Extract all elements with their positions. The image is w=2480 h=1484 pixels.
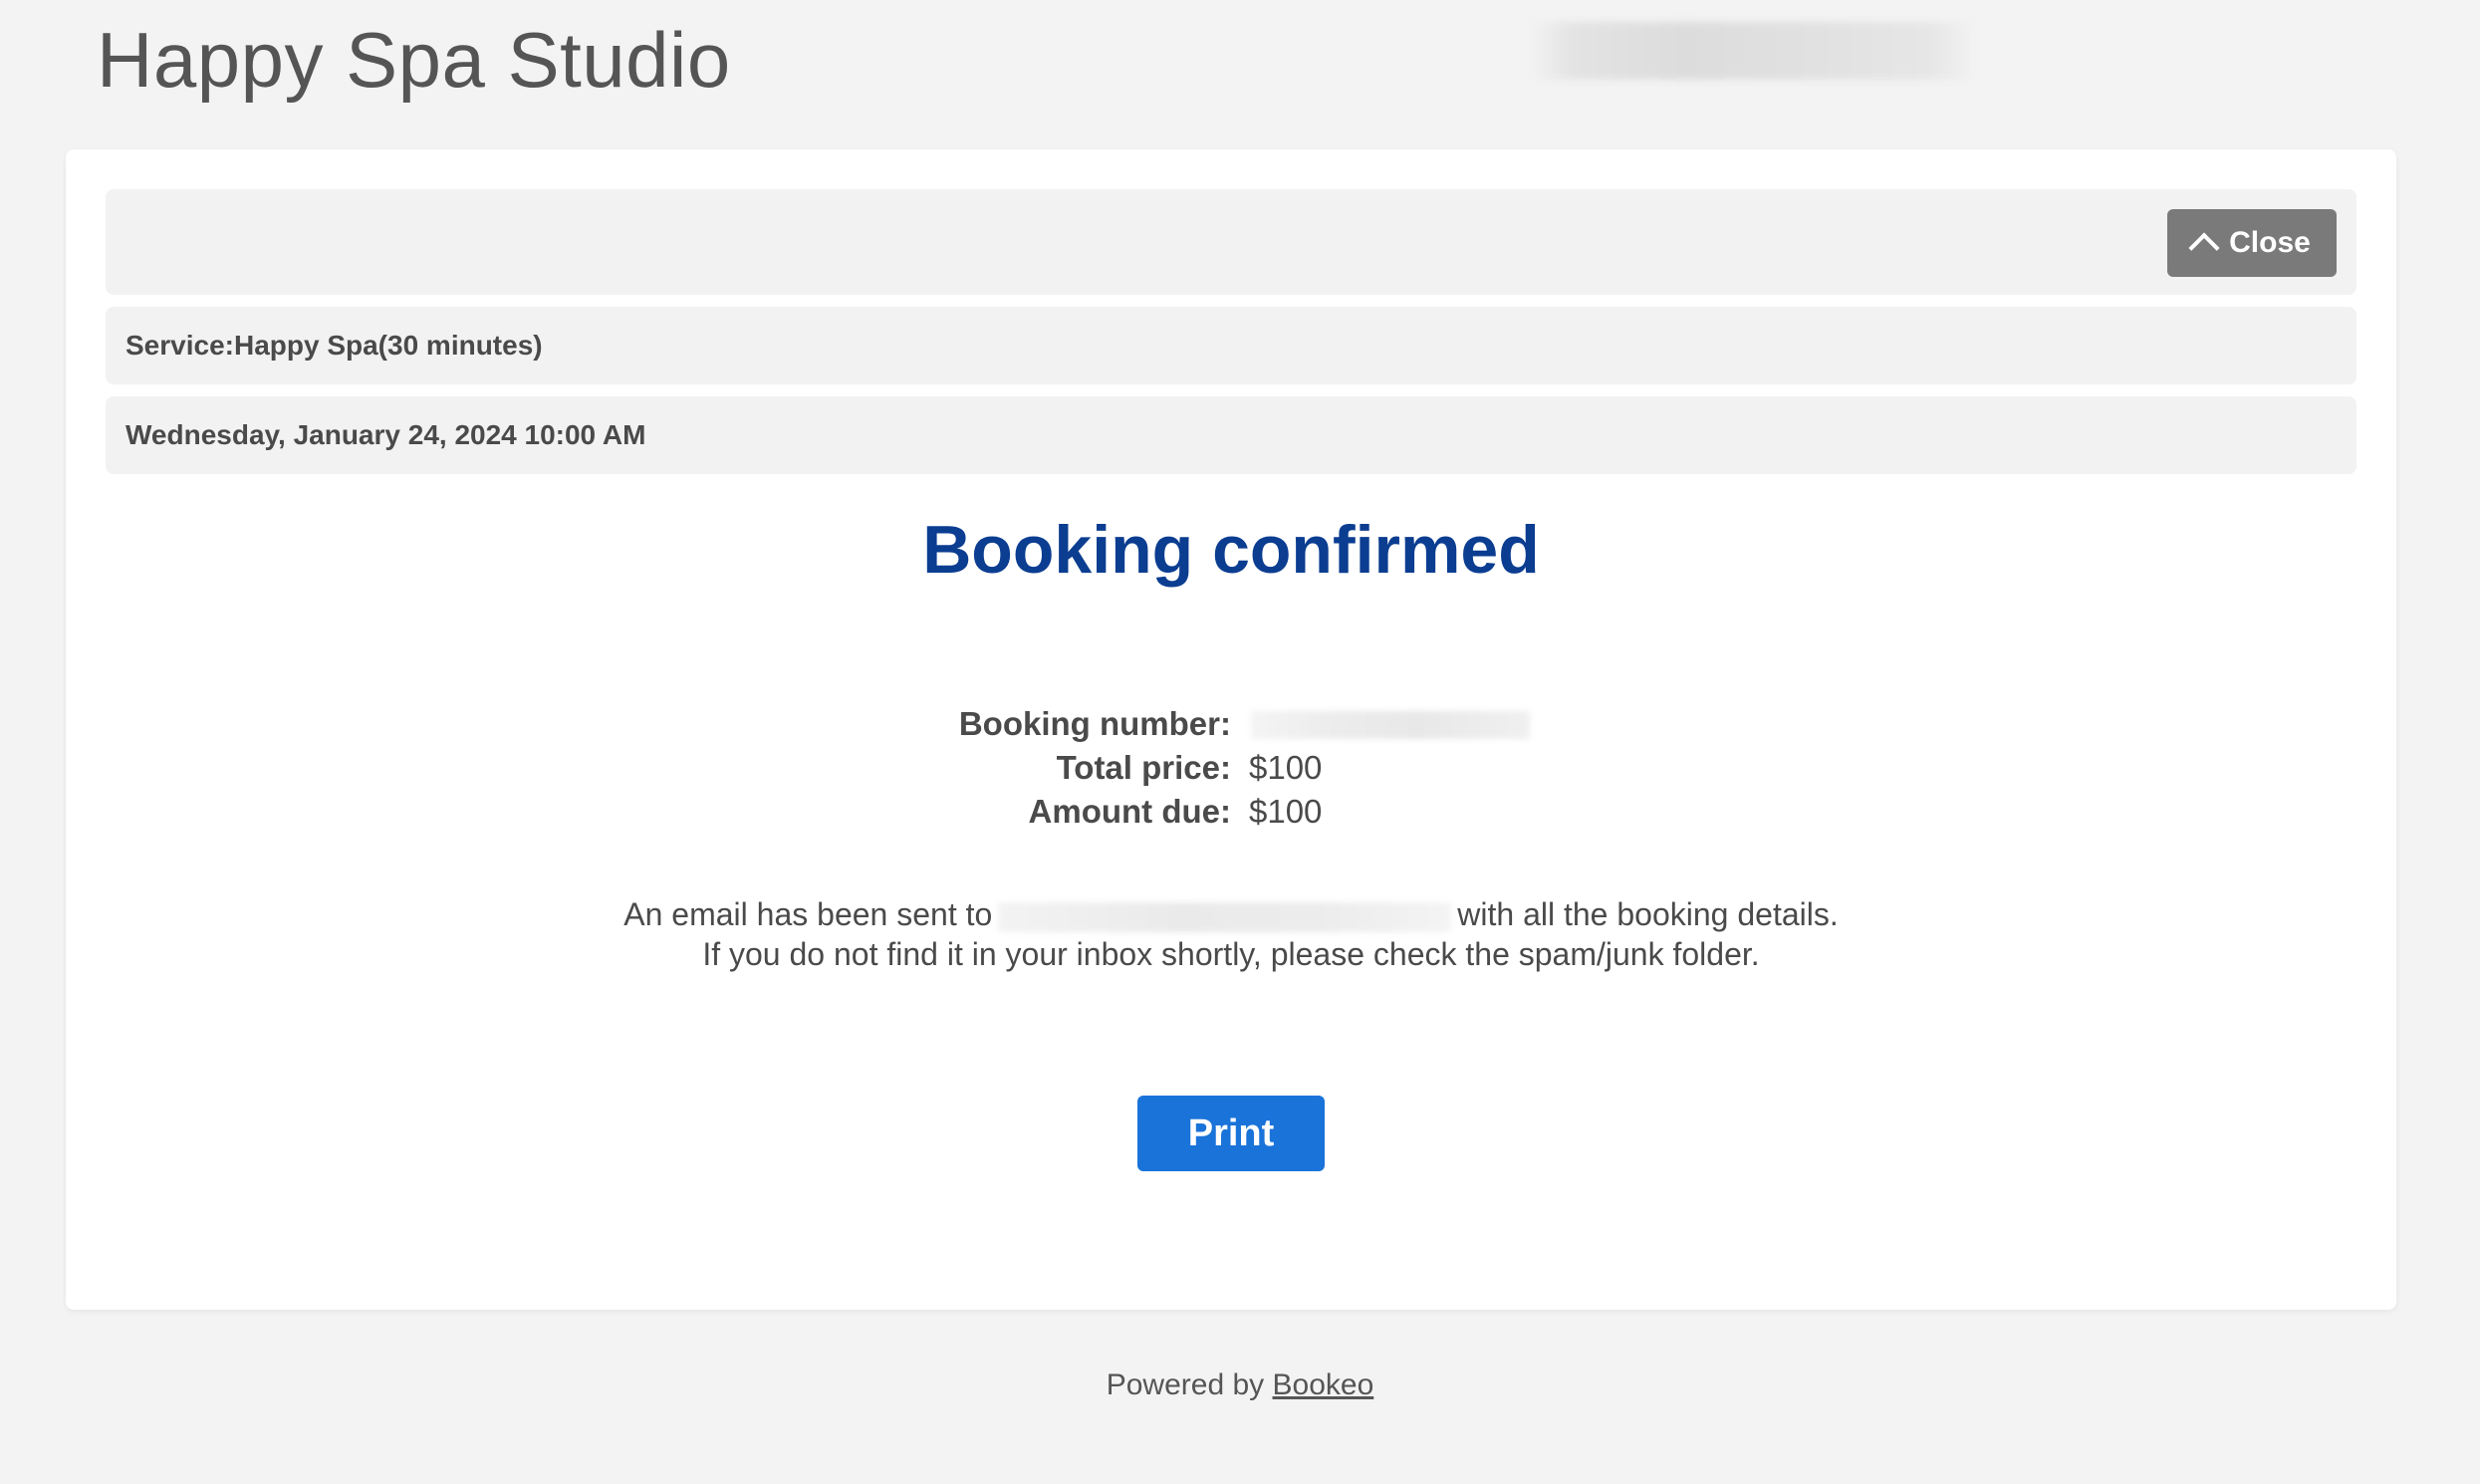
service-info: Service: Happy Spa (30 minutes)	[125, 307, 543, 384]
amount-due-label: Amount due:	[1028, 793, 1231, 830]
redacted-header-info	[1529, 22, 1972, 80]
spam-note: If you do not find it in your inbox shor…	[702, 936, 1760, 972]
booking-card: Close Service: Happy Spa (30 minutes) We…	[66, 149, 2396, 1310]
total-price-value: $100	[1249, 749, 1323, 786]
close-button[interactable]: Close	[2167, 209, 2337, 277]
service-name: Happy Spa	[233, 330, 378, 361]
service-bar: Service: Happy Spa (30 minutes)	[106, 307, 2356, 384]
chevron-up-icon	[2188, 232, 2220, 264]
booking-top-bar: Close	[106, 189, 2356, 295]
powered-by-text: Powered by	[1106, 1368, 1265, 1401]
booking-datetime: Wednesday, January 24, 2024 10:00 AM	[125, 419, 646, 450]
confirmation-title: Booking confirmed	[922, 512, 1540, 588]
email-prefix: An email has been sent to	[623, 896, 993, 932]
print-button[interactable]: Print	[1137, 1096, 1325, 1171]
footer: Powered by Bookeo	[0, 1368, 2480, 1402]
service-duration: (30 minutes)	[377, 330, 543, 361]
email-notice: An email has been sent to with all the bo…	[66, 894, 2396, 974]
amount-due-row: Amount due: $100	[66, 793, 2396, 837]
redacted-booking-number	[1251, 711, 1530, 739]
redacted-email	[998, 901, 1452, 932]
booking-number-row: Booking number:	[66, 705, 2396, 749]
service-label: Service:	[125, 330, 234, 361]
total-price-row: Total price: $100	[66, 749, 2396, 793]
total-price-label: Total price:	[1056, 749, 1231, 786]
amount-due-value: $100	[1249, 793, 1323, 830]
site-title: Happy Spa Studio	[97, 16, 731, 104]
email-suffix: with all the booking details.	[1457, 896, 1839, 932]
email-sent-line: An email has been sent to with all the bo…	[66, 894, 2396, 934]
booking-number-label: Booking number:	[958, 705, 1231, 742]
bookeo-link[interactable]: Bookeo	[1273, 1368, 1374, 1401]
date-bar: Wednesday, January 24, 2024 10:00 AM	[106, 396, 2356, 474]
close-label: Close	[2229, 226, 2311, 259]
